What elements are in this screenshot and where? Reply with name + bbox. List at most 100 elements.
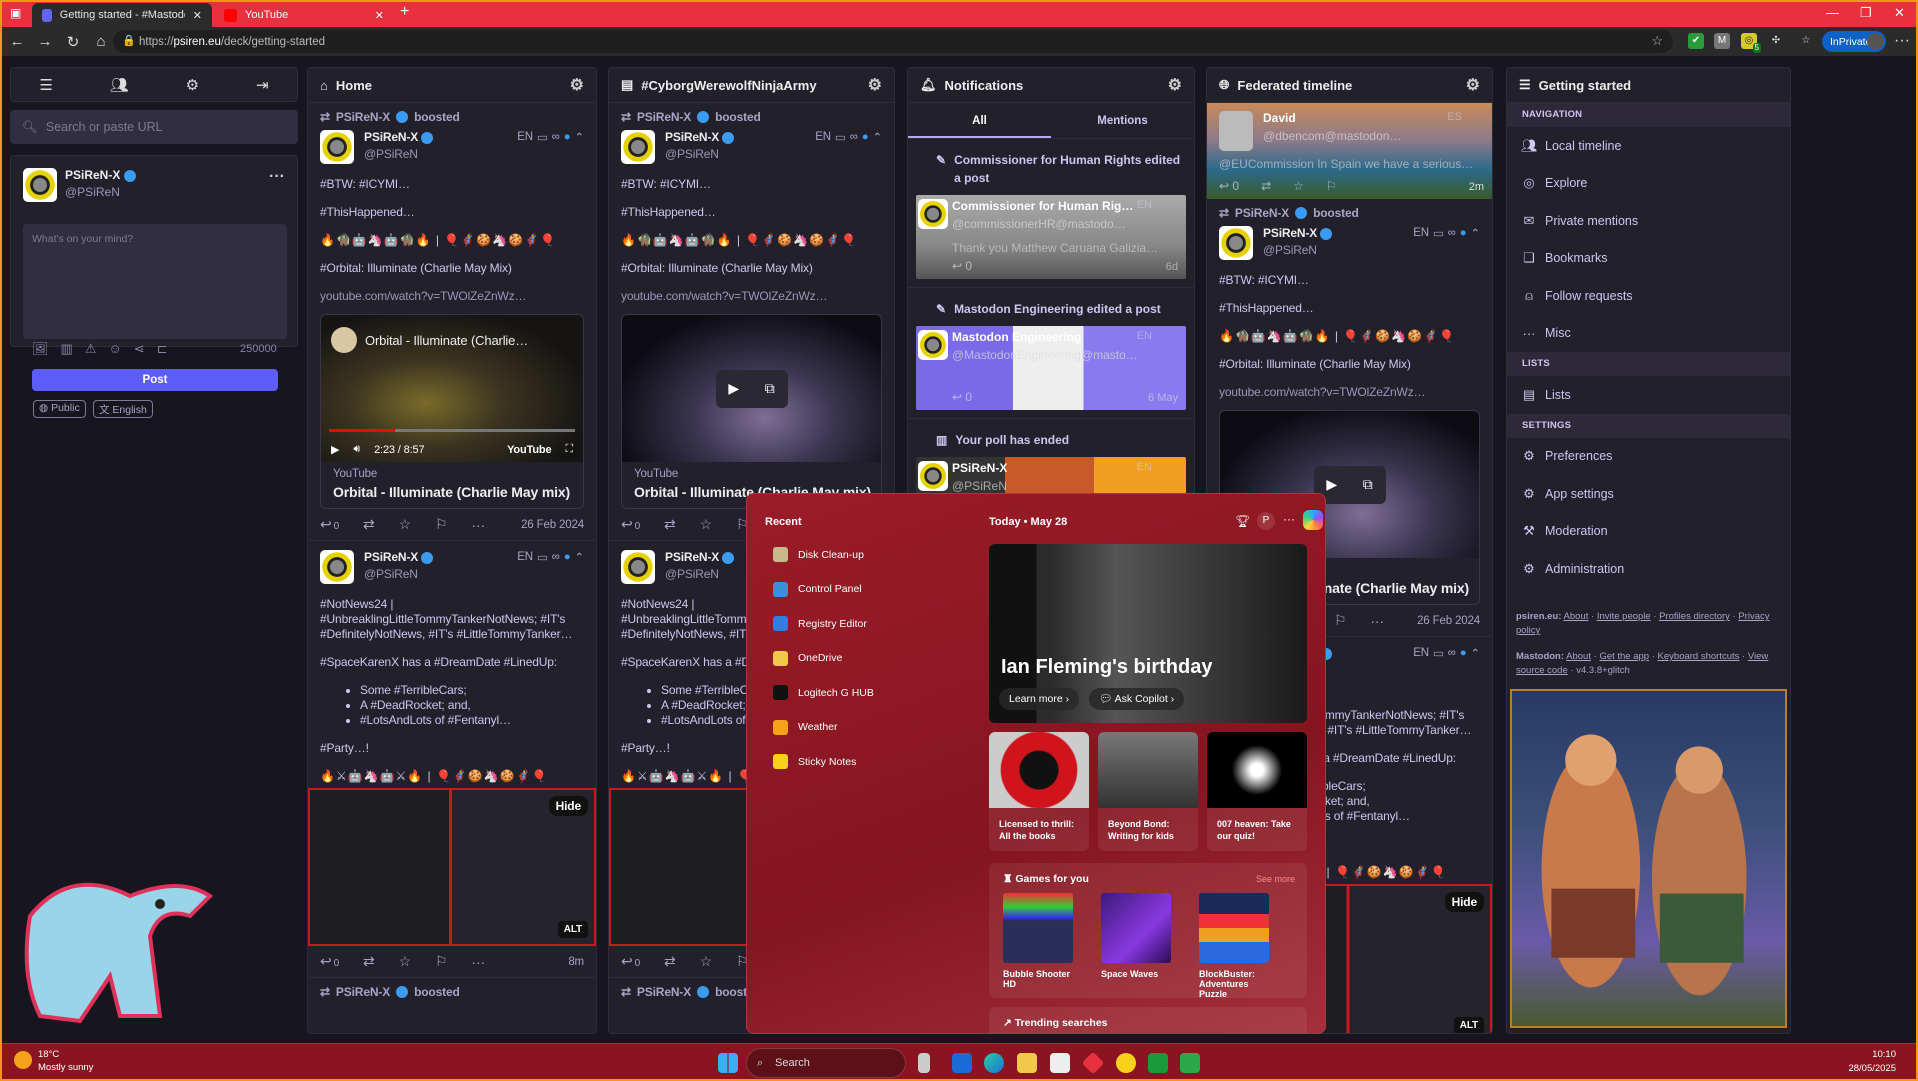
reply-button[interactable]: ↩0	[621, 953, 640, 970]
news-card[interactable]: 007 heaven: Take our quiz!	[1207, 732, 1307, 851]
play-icon[interactable]: ▶	[1326, 476, 1337, 493]
menu-item-preferences[interactable]: ⚙ Preferences	[1507, 438, 1790, 476]
handle[interactable]: @MastodonEngineering@masto…	[952, 348, 1138, 362]
boost-icon[interactable]: ⇄	[363, 516, 375, 533]
tab-youtube[interactable]: YouTube ✕	[214, 3, 394, 27]
hero-card[interactable]: Ian Fleming's birthday Learn more › 💬︎ A…	[989, 544, 1307, 723]
more-icon[interactable]: ···	[1283, 512, 1295, 526]
forward-icon[interactable]: →	[34, 33, 56, 50]
column-header[interactable]: 🔔︎ Notifications ⚙	[908, 68, 1194, 103]
check-extension-icon[interactable]: ✔	[1688, 33, 1704, 49]
content-warning-icon[interactable]: ⚠︎	[85, 341, 97, 357]
menu-item-moderation[interactable]: ⚒ Moderation	[1507, 513, 1790, 551]
status-time[interactable]: 26 Feb 2024	[1417, 615, 1480, 627]
boosted-by[interactable]: ⇄ PSiReN-X boosted	[320, 983, 584, 1001]
boost-icon[interactable]: ⇄	[664, 516, 676, 533]
norton-icon[interactable]	[1116, 1053, 1136, 1073]
restore-button[interactable]: ❐	[1860, 5, 1872, 21]
mastodon-about-link[interactable]: About	[1566, 651, 1591, 662]
avatar[interactable]	[918, 199, 948, 229]
media-attachment[interactable]: Hide ALT	[308, 788, 596, 946]
browser-menu-icon[interactable]: ···	[1894, 32, 1910, 50]
recent-app[interactable]: Sticky Notes	[773, 754, 856, 769]
bookmark-icon[interactable]: ⚐	[435, 953, 448, 970]
menu-item-app-settings[interactable]: ⚙ App settings	[1507, 475, 1790, 513]
column-settings-icon[interactable]: ⚙	[1466, 75, 1480, 95]
collapse-chevron-icon[interactable]: ⌃	[575, 550, 585, 564]
collapse-chevron-icon[interactable]: ⌃	[575, 130, 585, 144]
menu-item-private-mentions[interactable]: ✉ Private mentions	[1507, 202, 1790, 240]
avatar[interactable]	[23, 168, 57, 202]
bookmark-icon[interactable]: ⚐	[435, 516, 448, 533]
favourite-icon[interactable]: ☆	[700, 953, 713, 970]
recent-app[interactable]: Weather	[773, 719, 838, 735]
account-info[interactable]: PSiReN-X @PSiReN	[364, 130, 434, 164]
column-settings-icon[interactable]: ⚙	[868, 75, 882, 95]
close-window-button[interactable]: ✕	[1894, 5, 1905, 21]
display-name[interactable]: PSiReN-X	[952, 461, 1007, 475]
news-card[interactable]: Licensed to thrill: All the books	[989, 732, 1089, 851]
outlook-icon[interactable]	[952, 1053, 972, 1073]
boost-icon[interactable]: ⇄	[1261, 179, 1271, 193]
post-button[interactable]: Post	[32, 369, 278, 391]
emoji-icon[interactable]: ☺	[108, 341, 121, 357]
avatar[interactable]	[320, 130, 354, 164]
home-icon[interactable]: ⌂	[90, 33, 112, 50]
notification[interactable]: ✎ Commissioner for Human Rights edited a …	[908, 139, 1194, 288]
avatar[interactable]	[918, 461, 948, 491]
chart-app-icon[interactable]	[1180, 1053, 1200, 1073]
notification[interactable]: ✎ Mastodon Engineering edited a post Masto…	[908, 288, 1194, 419]
language-button[interactable]: 文 English	[93, 400, 153, 418]
bookmark-icon[interactable]: ⚐	[1334, 612, 1347, 629]
collapse-chevron-icon[interactable]: ⌃	[873, 130, 883, 144]
display-name[interactable]: PSiReN-X	[665, 130, 719, 144]
play-icon[interactable]: ▶	[728, 380, 739, 397]
share-icon[interactable]: ⋖	[134, 341, 145, 357]
more-icon[interactable]: ···	[269, 168, 285, 186]
app-icon[interactable]	[1081, 1051, 1105, 1075]
start-button[interactable]	[718, 1053, 738, 1073]
people-icon[interactable]: 👥︎	[110, 76, 129, 94]
status[interactable]: PSiReN-X @PSiReN EN▭∞● ⌃ #NotNews24 | #Unbr…	[308, 541, 596, 978]
display-name[interactable]: PSiReN-X	[364, 550, 418, 564]
favourite-icon[interactable]: ☆	[399, 516, 412, 533]
reply-button[interactable]: ↩ 0	[952, 259, 972, 273]
reply-button[interactable]: ↩0	[320, 516, 339, 533]
more-icon[interactable]: ···	[471, 517, 485, 533]
avatar[interactable]	[1219, 111, 1253, 151]
minimize-button[interactable]: —	[1826, 5, 1839, 20]
trending-searches[interactable]: ↗ Trending searches	[989, 1007, 1307, 1033]
m-extension-icon[interactable]: M	[1714, 33, 1730, 49]
compose-textarea[interactable]: What's on your mind?	[23, 224, 287, 339]
handle[interactable]: @PSiReN	[1263, 243, 1332, 258]
rewards-icon[interactable]: 🏆︎	[1235, 514, 1250, 528]
refresh-icon[interactable]: ↻	[62, 33, 84, 51]
booster-name[interactable]: PSiReN-X	[336, 985, 390, 999]
video-embed[interactable]: Orbital - Illuminate (Charlie… ▶ 🔊︎ 2:23 / …	[321, 315, 583, 462]
column-settings-icon[interactable]: ⚙	[1168, 75, 1182, 95]
logout-icon[interactable]: ⇥	[256, 76, 269, 94]
clock[interactable]: 10:10 28/05/2025	[1848, 1048, 1896, 1076]
edge-icon[interactable]	[984, 1053, 1004, 1073]
status[interactable]: ⇄ PSiReN-X boosted PSiReN-X @PSiReN EN ▭ ∞ ● ⌃ #B…	[609, 103, 894, 541]
avatar[interactable]	[918, 330, 948, 360]
favorites-icon[interactable]: ☆	[1798, 33, 1814, 49]
handle[interactable]: @dbencom@mastodon…	[1263, 129, 1401, 143]
alt-text-badge[interactable]: ALT	[1453, 1017, 1484, 1033]
recent-app[interactable]: OneDrive	[773, 650, 842, 666]
menu-item-follow-requests[interactable]: ⍝ Follow requests	[1507, 277, 1790, 315]
column-header[interactable]: ⌂ Home ⚙	[308, 68, 596, 103]
copilot-icon[interactable]	[1303, 510, 1323, 530]
invite-people-link[interactable]: Invite people	[1597, 611, 1651, 622]
tab-mentions[interactable]: Mentions	[1051, 103, 1194, 138]
status-time[interactable]: 2m	[1469, 181, 1484, 193]
weather-widget[interactable]: 18°C Mostly sunny	[38, 1048, 93, 1074]
account-info[interactable]: PSiReN-X @PSiReN	[665, 550, 735, 584]
status-preview[interactable]: Mastodon Engineering @MastodonEngineering…	[916, 326, 1186, 410]
bookmark-icon[interactable]: ⚐	[1326, 179, 1337, 193]
game-tile[interactable]: BlockBuster: Adventures Puzzle	[1199, 893, 1269, 999]
inprivate-button[interactable]: InPrivate	[1822, 31, 1886, 52]
notification-list[interactable]: ✎ Commissioner for Human Rights edited a …	[908, 139, 1194, 550]
display-name[interactable]: PSiReN-X	[1263, 226, 1317, 240]
back-icon[interactable]: ←	[6, 33, 28, 50]
